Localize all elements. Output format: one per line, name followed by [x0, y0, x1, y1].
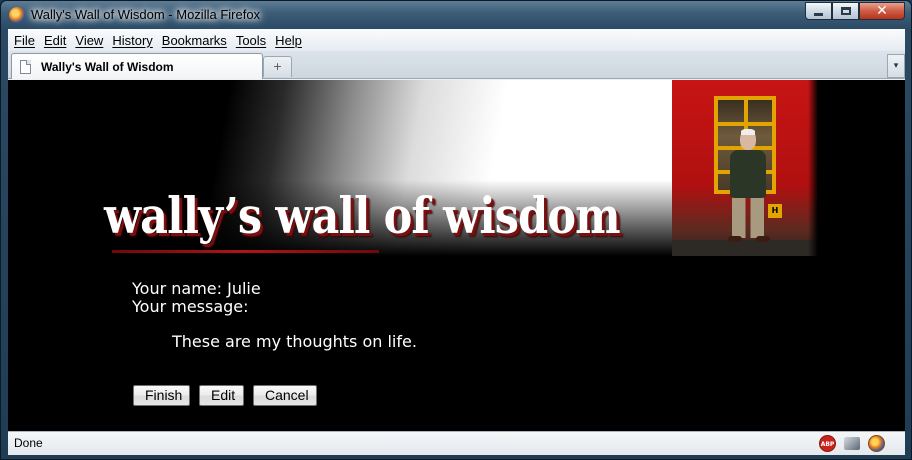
form-actions: Finish Edit Cancel	[133, 385, 317, 406]
edit-button[interactable]: Edit	[199, 385, 244, 406]
cancel-button[interactable]: Cancel	[253, 385, 317, 406]
photo-ground	[672, 240, 818, 256]
firefox-icon[interactable]	[868, 435, 885, 452]
maximize-icon	[840, 7, 851, 15]
photo-man-legs	[732, 196, 764, 238]
photo-man-shoe	[756, 236, 770, 242]
photo-man-hair	[741, 129, 755, 135]
menu-edit[interactable]: Edit	[44, 33, 66, 48]
message-label: Your message:	[132, 297, 249, 316]
tab-bar: Wally's Wall of Wisdom + ▾	[8, 51, 905, 79]
maximize-button[interactable]	[832, 2, 859, 20]
menu-tools[interactable]: Tools	[236, 33, 266, 48]
minimize-button[interactable]	[805, 2, 832, 20]
close-button[interactable]: ✕	[859, 2, 905, 20]
menu-file[interactable]: File	[14, 33, 35, 48]
menu-view[interactable]: View	[75, 33, 103, 48]
finish-button[interactable]: Finish	[133, 385, 190, 406]
message-preview: Your name: Julie Your message:	[132, 280, 261, 316]
photo-sign: H	[768, 204, 782, 218]
tab-label: Wally's Wall of Wisdom	[41, 59, 174, 74]
site-title: wally’s wall of wisdom	[104, 186, 621, 245]
tab-list-button[interactable]: ▾	[887, 54, 905, 78]
menu-help[interactable]: Help	[275, 33, 302, 48]
status-text: Done	[14, 436, 43, 450]
plugin-icon[interactable]	[844, 437, 860, 450]
window-controls: ✕	[805, 2, 905, 20]
menu-bar: File Edit View History Bookmarks Tools H…	[8, 29, 905, 51]
wally-photo: H	[672, 80, 818, 256]
browser-client: File Edit View History Bookmarks Tools H…	[8, 29, 905, 455]
photo-man-shoe	[728, 236, 742, 242]
message-body: These are my thoughts on life.	[172, 332, 417, 351]
photo-man-body	[730, 150, 766, 198]
firefox-icon	[9, 7, 25, 23]
name-line: Your name: Julie	[132, 279, 261, 298]
adblock-plus-icon[interactable]: ABP	[819, 435, 836, 452]
tab-wallys-wall[interactable]: Wally's Wall of Wisdom	[11, 53, 263, 79]
browser-window: Wally's Wall of Wisdom - Mozilla Firefox…	[0, 0, 912, 460]
menu-history[interactable]: History	[112, 33, 152, 48]
new-tab-button[interactable]: +	[263, 56, 292, 77]
title-underline	[112, 250, 379, 253]
title-bar[interactable]: Wally's Wall of Wisdom - Mozilla Firefox…	[1, 1, 911, 29]
menu-bookmarks[interactable]: Bookmarks	[162, 33, 227, 48]
page-icon	[20, 59, 31, 74]
status-bar: Done ABP	[8, 431, 905, 455]
close-icon: ✕	[876, 3, 888, 19]
minimize-icon	[814, 13, 823, 16]
page-content: H wally’s wall of wisdom Your name: Juli…	[8, 80, 905, 431]
window-title: Wally's Wall of Wisdom - Mozilla Firefox	[31, 7, 261, 22]
